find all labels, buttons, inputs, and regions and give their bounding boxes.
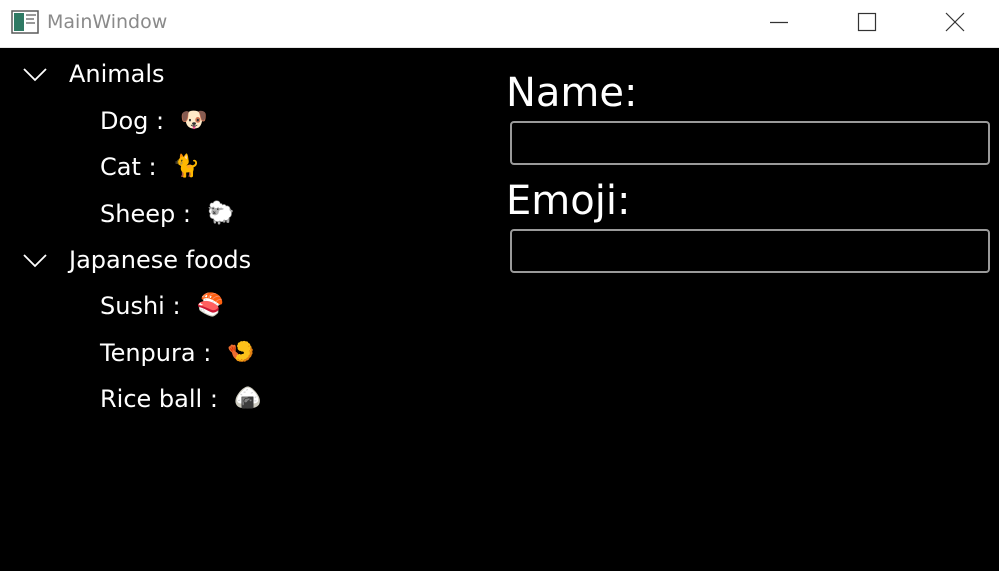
- app-icon: [11, 10, 39, 34]
- tree-item-cat[interactable]: Cat : 🐈: [100, 147, 200, 187]
- sushi-emoji: 🍣: [196, 293, 224, 318]
- tree-item-sheep[interactable]: Sheep : 🐑: [100, 194, 234, 234]
- close-icon: [945, 12, 965, 32]
- chevron-down-icon[interactable]: [22, 61, 48, 87]
- name-label: Name:: [506, 70, 638, 116]
- tree-item-label: Sheep :: [100, 200, 191, 228]
- cat-emoji: 🐈: [172, 154, 200, 179]
- close-button[interactable]: [910, 0, 999, 44]
- tree-item-label: Sushi :: [100, 292, 181, 320]
- window-title: MainWindow: [47, 11, 168, 33]
- tree-group-label: Japanese foods: [69, 246, 252, 274]
- tree-item-label: Cat :: [100, 153, 157, 181]
- rice-ball-emoji: 🍙: [233, 386, 262, 411]
- tree-item-rice-ball[interactable]: Rice ball : 🍙: [100, 379, 261, 419]
- tree-item-sushi[interactable]: Sushi : 🍣: [100, 286, 224, 326]
- tree-item-label: Tenpura :: [100, 339, 212, 367]
- sheep-emoji: 🐑: [206, 201, 235, 226]
- main-window: MainWindow Animals Dog: 🐶 Cat: 🐈 Sheep…: [0, 0, 999, 571]
- maximize-icon: [857, 12, 877, 32]
- tree-group-label: Animals: [69, 60, 165, 88]
- tenpura-emoji: 🍤: [227, 340, 255, 365]
- emoji-input[interactable]: [510, 229, 990, 273]
- minimize-icon: [770, 21, 788, 24]
- name-input[interactable]: [510, 121, 990, 165]
- minimize-button[interactable]: [734, 0, 824, 44]
- maximize-button[interactable]: [822, 0, 912, 44]
- tree-item-dog[interactable]: Dog : 🐶: [100, 101, 208, 141]
- emoji-label: Emoji:: [506, 178, 631, 224]
- title-bar[interactable]: MainWindow: [0, 0, 999, 48]
- tree-item-label: Rice ball :: [100, 385, 218, 413]
- tree-item-tenpura[interactable]: Tenpura : 🍤: [100, 333, 255, 373]
- dog-emoji: 🐶: [180, 108, 208, 133]
- tree-item-label: Dog :: [100, 107, 165, 135]
- chevron-down-icon[interactable]: [22, 247, 48, 273]
- tree-view[interactable]: Animals Dog : 🐶 Cat : 🐈 Sheep : 🐑 Japane…: [0, 49, 490, 571]
